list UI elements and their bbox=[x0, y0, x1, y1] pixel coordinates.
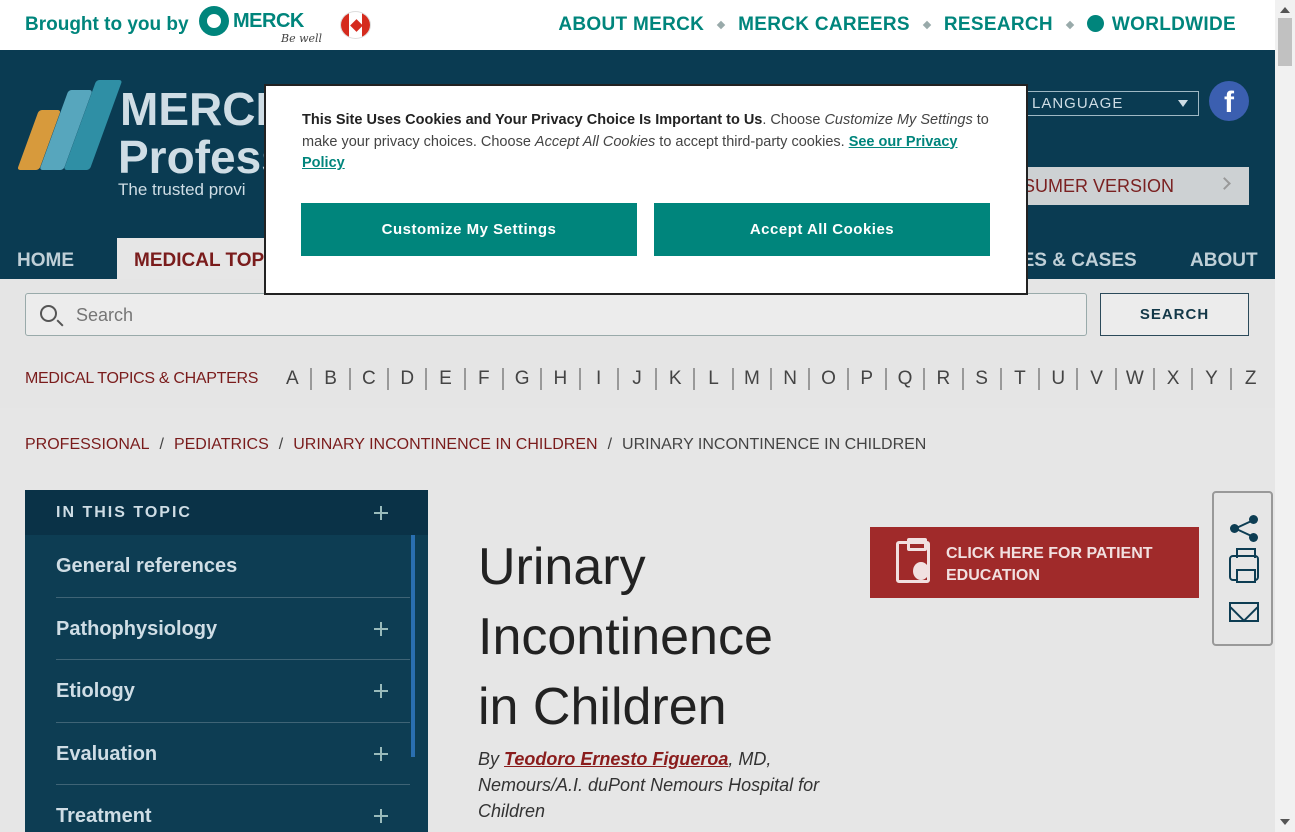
scroll-down-icon[interactable] bbox=[1280, 819, 1290, 825]
cookie-text-italic: Customize My Settings bbox=[824, 112, 973, 128]
cookie-message: This Site Uses Cookies and Your Privacy … bbox=[302, 110, 992, 175]
cookie-text: . Choose bbox=[762, 112, 825, 128]
scroll-thumb[interactable] bbox=[1278, 18, 1292, 66]
accept-all-cookies-button[interactable]: Accept All Cookies bbox=[654, 203, 990, 256]
cookie-heading: This Site Uses Cookies and Your Privacy … bbox=[302, 112, 763, 128]
page-scrollbar[interactable] bbox=[1275, 0, 1295, 832]
customize-settings-button[interactable]: Customize My Settings bbox=[301, 203, 637, 256]
cookie-text-italic: Accept All Cookies bbox=[534, 133, 656, 150]
cookie-consent-dialog: This Site Uses Cookies and Your Privacy … bbox=[264, 84, 1028, 295]
cookie-text: to accept third-party cookies. bbox=[655, 133, 849, 150]
scroll-up-icon[interactable] bbox=[1280, 7, 1290, 13]
